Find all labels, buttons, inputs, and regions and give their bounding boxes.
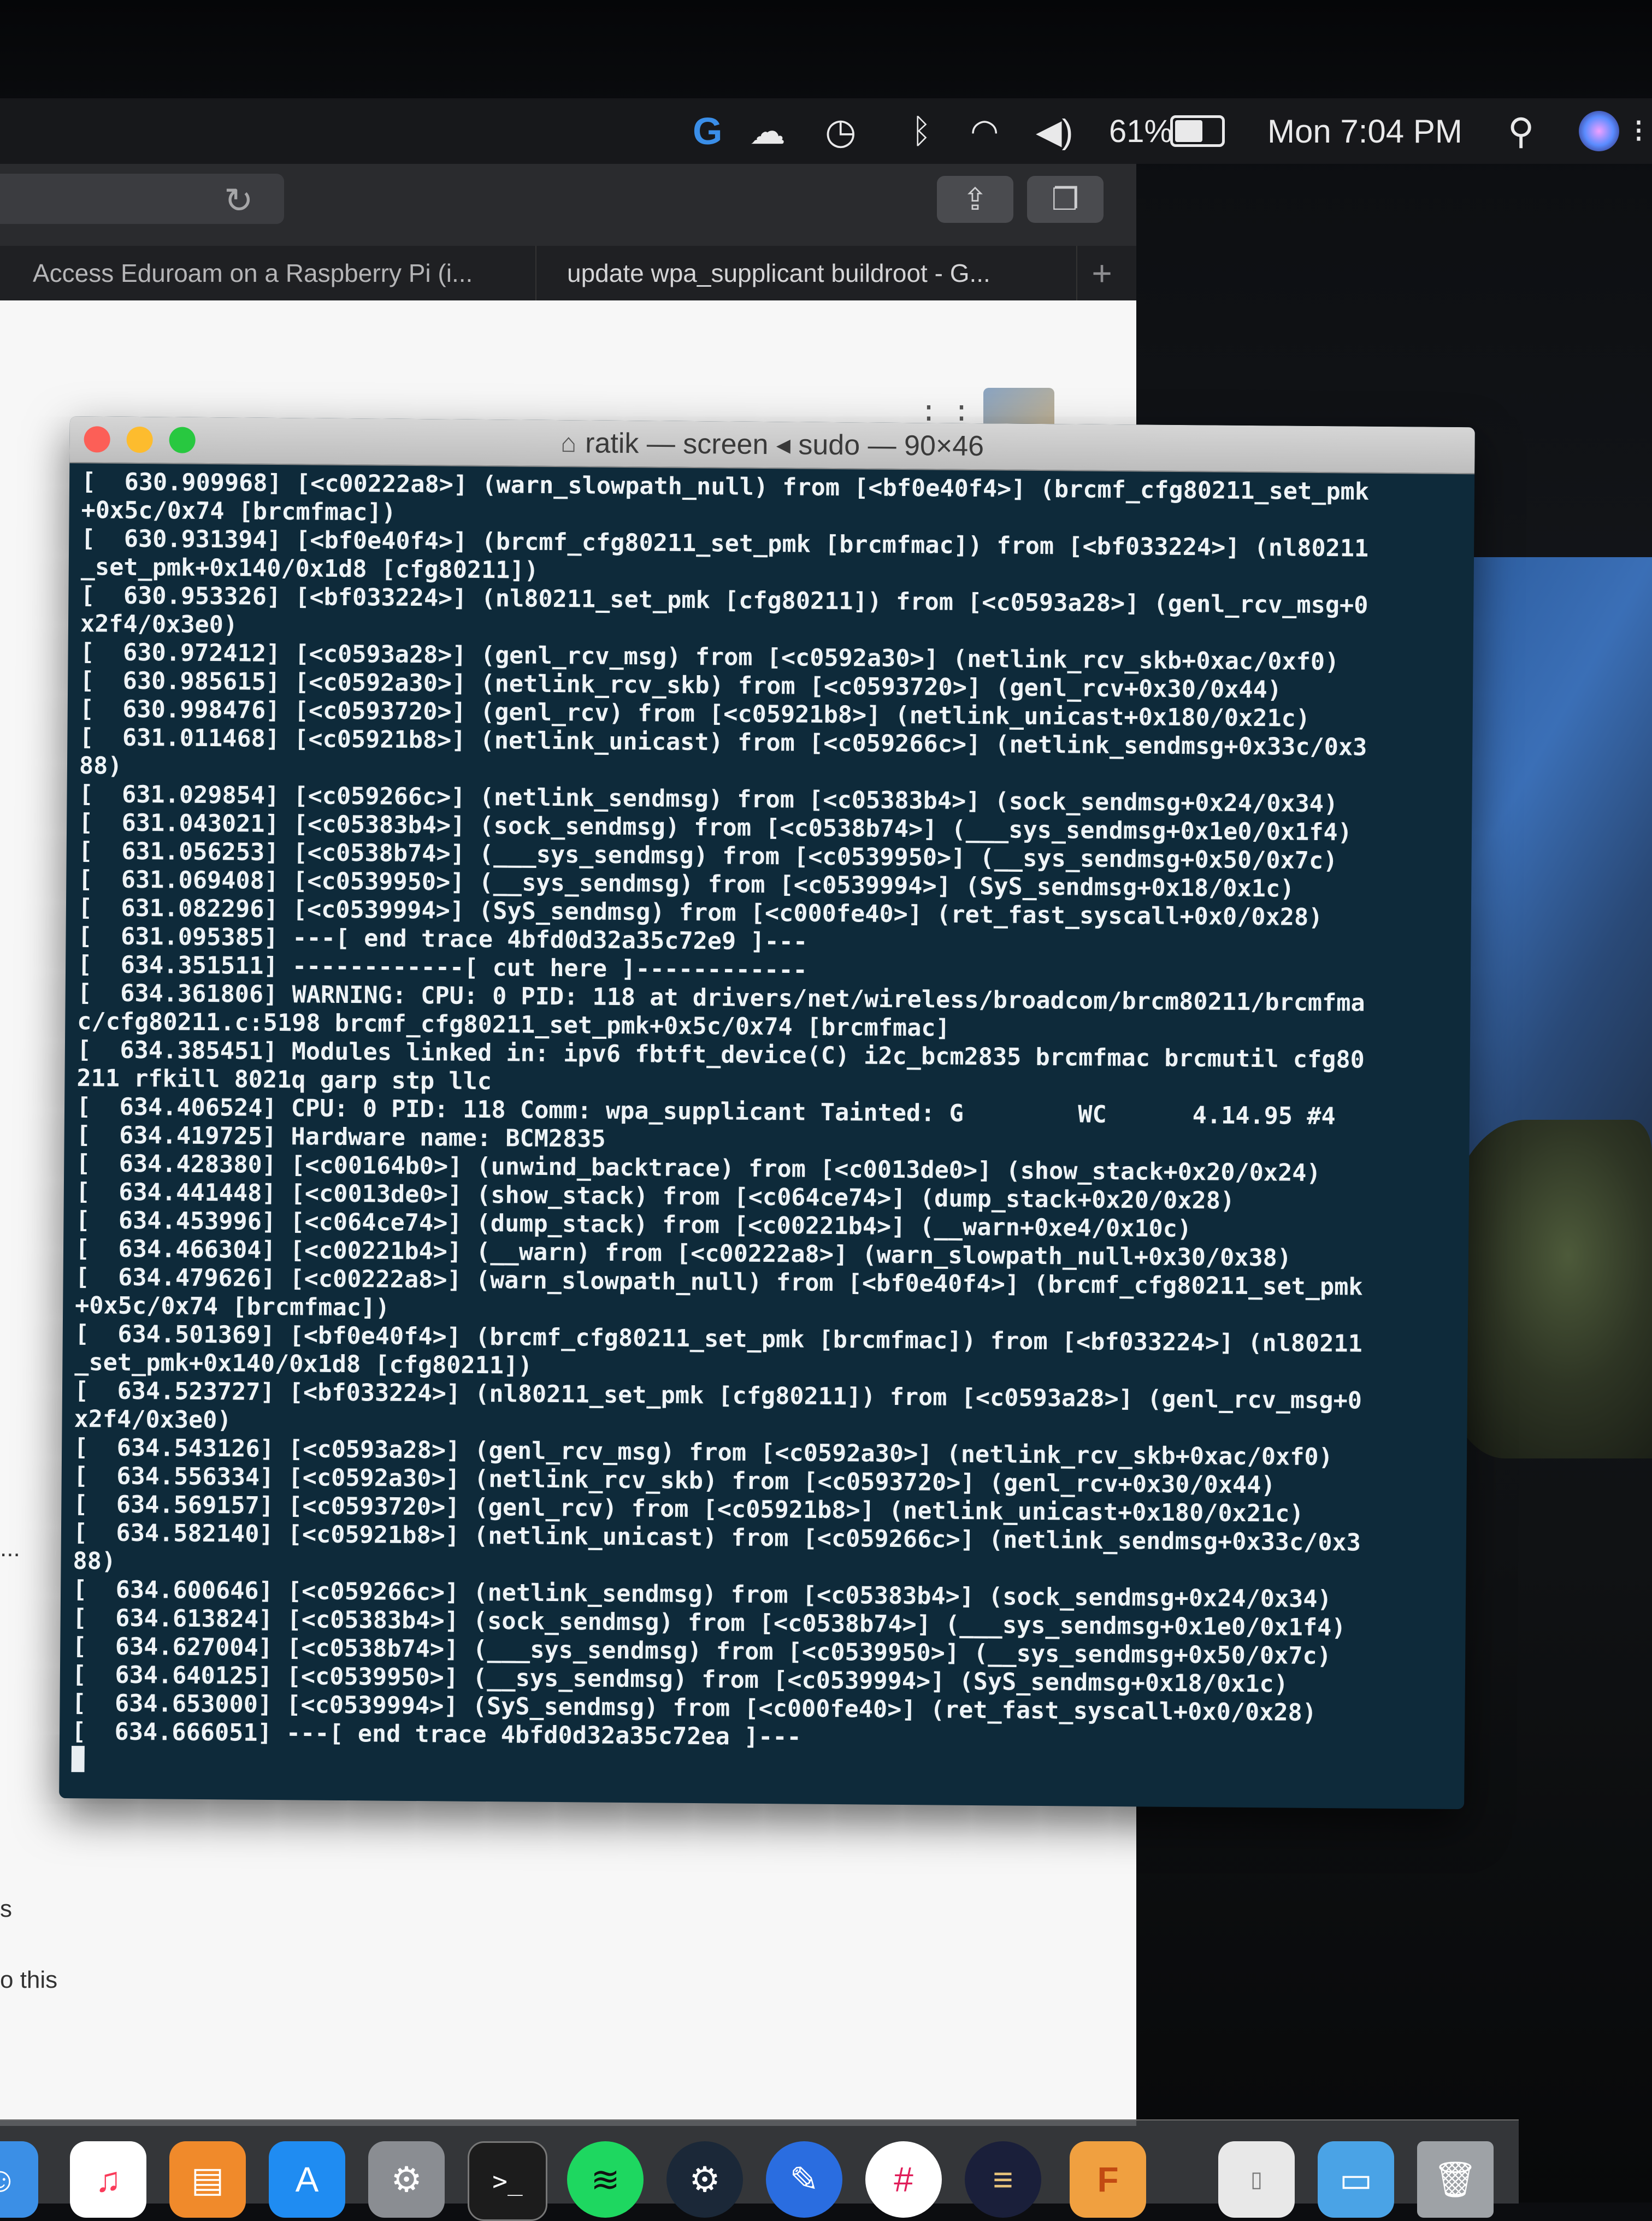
tab-bar: Access Eduroam on a Raspberry Pi (i... u… [0,246,1136,300]
reload-icon[interactable]: ↻ [224,180,253,221]
music-icon[interactable]: ♫ [70,2141,146,2218]
battery-icon[interactable] [1170,98,1225,164]
pencil-app-icon[interactable]: ✎ [766,2141,842,2218]
folder-icon[interactable]: ▭ [1318,2141,1394,2218]
battery-percentage[interactable]: 61% [1109,98,1172,164]
tree-reflection [1442,1120,1652,1458]
terminal-icon[interactable]: >_ [468,2141,547,2221]
books-icon[interactable]: ▤ [169,2141,246,2218]
tab-label: Access Eduroam on a Raspberry Pi (i... [33,259,473,287]
finder-icon[interactable]: ☺ [0,2141,38,2218]
text-cursor [71,1746,85,1773]
time-machine-icon[interactable]: ◷ [825,98,857,164]
new-tab-button[interactable]: + [1076,246,1126,300]
tab-wpa-supplicant[interactable]: update wpa_supplicant buildroot - G... [535,246,1060,300]
volume-icon[interactable]: ◀) [1036,98,1073,164]
launchpad-icon[interactable]: ≡ [965,2141,1041,2218]
spotify-icon[interactable]: ≋ [567,2141,644,2218]
share-icon: ⇪ [962,182,988,216]
f-app-icon[interactable]: F [1070,2141,1146,2218]
share-button[interactable]: ⇪ [937,176,1013,223]
home-icon: ⌂ [560,428,577,458]
system-preferences-icon[interactable]: ⚙ [368,2141,445,2218]
trash-icon[interactable]: 🗑 [1417,2141,1494,2218]
spotlight-icon[interactable]: ⚲ [1508,98,1534,164]
page-text-fragment: ... [0,1535,20,1562]
plus-icon: + [1092,253,1112,293]
page-text-fragment: o this [0,1966,58,1993]
slack-icon[interactable]: # [865,2141,942,2218]
terminal-window: ⌂ ratik — screen ◂ sudo — 90×46 [ 630.90… [59,416,1475,1810]
menu-bar: G ☁ ◷ ᛒ ◠ ◀) 61% Mon 7:04 PM ⚲ ⁝ [0,98,1652,164]
tab-label: update wpa_supplicant buildroot - G... [567,259,990,287]
tab-eduroam[interactable]: Access Eduroam on a Raspberry Pi (i... [33,246,514,300]
show-tabs-button[interactable]: ❐ [1027,176,1104,223]
clock[interactable]: Mon 7:04 PM [1267,98,1462,164]
tabs-overview-icon: ❐ [1051,182,1079,216]
browser-toolbar: ↻ ⇪ ❐ [0,158,1136,247]
g-app-icon[interactable]: G [693,98,722,164]
siri-icon[interactable] [1579,98,1619,164]
terminal-output[interactable]: [ 630.909968] [<c00222a8>] (warn_slowpat… [71,468,1464,1800]
app-store-icon[interactable]: A [269,2141,345,2218]
steam-icon[interactable]: ⚙ [666,2141,743,2218]
wifi-icon[interactable]: ◠ [970,98,999,164]
menu-extras-icon[interactable]: ⁝ [1633,98,1644,164]
bluetooth-icon[interactable]: ᛒ [911,98,931,164]
terminal-title-text: ratik — screen ◂ sudo — 90×46 [585,427,984,463]
cloud-upload-icon[interactable]: ☁ [750,98,786,164]
document-icon[interactable]: ▯ [1218,2141,1295,2218]
terminal-lines: [ 630.909968] [<c00222a8>] (warn_slowpat… [72,468,1464,1757]
page-text-fragment: s [0,1895,12,1922]
